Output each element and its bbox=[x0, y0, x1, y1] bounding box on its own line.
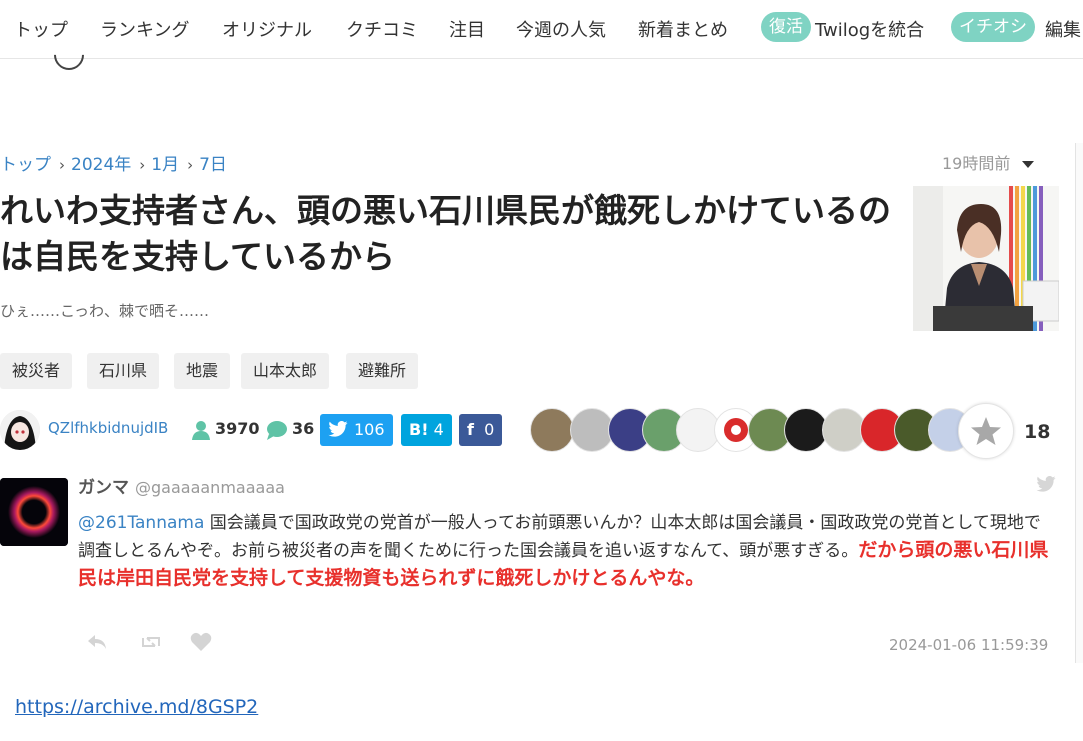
tweet-author-handle[interactable]: @gaaaaanmaaaaa bbox=[135, 478, 285, 497]
tweet-author-name[interactable]: ガンマ bbox=[78, 478, 129, 498]
favorite-button[interactable] bbox=[958, 403, 1014, 459]
article-subtitle: ひぇ……こっわ、棘で晒そ…… bbox=[0, 302, 209, 320]
nav-item-top[interactable]: トップ bbox=[14, 16, 68, 42]
time-ago-dropdown[interactable]: 19時間前 bbox=[942, 150, 1035, 174]
twitter-share-count: 106 bbox=[354, 420, 385, 439]
nav-item-original[interactable]: オリジナル bbox=[222, 16, 312, 42]
tag-item[interactable]: 地震 bbox=[174, 353, 231, 389]
comment-icon bbox=[267, 421, 287, 440]
nav-item-attention[interactable]: 注目 bbox=[449, 16, 485, 42]
tweet-mention[interactable]: @261Tannama bbox=[78, 513, 204, 533]
facebook-share-button[interactable]: f 0 bbox=[459, 414, 503, 446]
twitter-bird-icon bbox=[328, 421, 348, 437]
view-count: 3970 bbox=[215, 419, 260, 438]
tag-item[interactable]: 被災者 bbox=[0, 353, 73, 389]
breadcrumb: トップ › 2024年 › 1月 › 7日 bbox=[0, 150, 227, 175]
like-heart-icon[interactable] bbox=[190, 632, 212, 652]
breadcrumb-year[interactable]: 2024年 bbox=[71, 155, 131, 175]
hatena-count: 4 bbox=[433, 420, 444, 439]
comment-count: 36 bbox=[292, 419, 315, 438]
breadcrumb-month[interactable]: 1月 bbox=[151, 155, 179, 175]
nav-item-kuchikomi[interactable]: クチコミ bbox=[346, 16, 418, 42]
author-name[interactable]: QZlfhkbidnujdIB bbox=[48, 419, 168, 437]
chevron-right-icon: › bbox=[139, 156, 146, 174]
facebook-icon: f bbox=[467, 420, 474, 439]
nav-item-twilog[interactable]: Twilogを統合 bbox=[815, 16, 924, 42]
star-icon bbox=[971, 417, 1001, 445]
caret-down-icon bbox=[1022, 161, 1035, 168]
breadcrumb-top[interactable]: トップ bbox=[0, 155, 51, 175]
chevron-right-icon: › bbox=[187, 156, 194, 174]
article-meta: QZlfhkbidnujdIB 3970 36 106 B! 4 f 0 18 bbox=[0, 403, 1083, 459]
user-icon bbox=[192, 421, 210, 440]
nav-item-editorial[interactable]: 編集 bbox=[1045, 16, 1081, 42]
author-avatar[interactable] bbox=[0, 410, 40, 450]
reply-icon[interactable] bbox=[86, 634, 108, 650]
twitter-bird-icon[interactable] bbox=[1036, 476, 1056, 492]
breadcrumb-day[interactable]: 7日 bbox=[199, 155, 227, 175]
chevron-right-icon: › bbox=[59, 156, 65, 174]
avatar-image bbox=[0, 410, 40, 450]
hatena-bookmark-button[interactable]: B! 4 bbox=[401, 414, 452, 446]
article-thumbnail[interactable] bbox=[913, 186, 1059, 331]
scrollbar[interactable] bbox=[1075, 143, 1083, 663]
facebook-count: 0 bbox=[484, 420, 495, 439]
tweet-author-avatar[interactable] bbox=[0, 478, 68, 546]
avatar-image bbox=[0, 478, 68, 546]
tag-item[interactable]: 避難所 bbox=[346, 353, 419, 389]
twitter-share-button[interactable]: 106 bbox=[320, 414, 393, 446]
tag-item[interactable]: 石川県 bbox=[87, 353, 160, 389]
revival-badge[interactable]: 復活 bbox=[761, 12, 811, 42]
retweet-icon[interactable] bbox=[140, 634, 162, 650]
archive-link[interactable]: https://archive.md/8GSP2 bbox=[15, 696, 258, 718]
nav-item-weekly-popular[interactable]: 今週の人気 bbox=[516, 16, 606, 42]
top-navigation: トップ ランキング オリジナル クチコミ 注目 今週の人気 新着まとめ 復活 T… bbox=[0, 0, 1083, 77]
tag-item[interactable]: 山本太郎 bbox=[241, 353, 330, 389]
tweet-timestamp[interactable]: 2024-01-06 11:59:39 bbox=[889, 636, 1048, 654]
tweet-text: @261Tannama 国会議員で国政政党の党首が一般人ってお前頭悪いんか？山本… bbox=[78, 510, 1053, 593]
favorite-user-avatar[interactable] bbox=[530, 408, 574, 452]
nav-item-ranking[interactable]: ランキング bbox=[100, 16, 189, 42]
favorite-count: 18 bbox=[1024, 421, 1051, 443]
time-ago-label: 19時間前 bbox=[942, 154, 1011, 173]
nav-item-new-matome[interactable]: 新着まとめ bbox=[638, 16, 728, 42]
article-title: れいわ支持者さん、頭の悪い石川県民が餓死しかけているのは自民を支持しているから bbox=[0, 191, 891, 276]
pickup-badge[interactable]: イチオシ bbox=[951, 12, 1035, 42]
thumbnail-image bbox=[913, 186, 1059, 331]
hatena-icon: B! bbox=[409, 420, 429, 439]
tweet-author: ガンマ @gaaaaanmaaaaa bbox=[78, 473, 285, 498]
